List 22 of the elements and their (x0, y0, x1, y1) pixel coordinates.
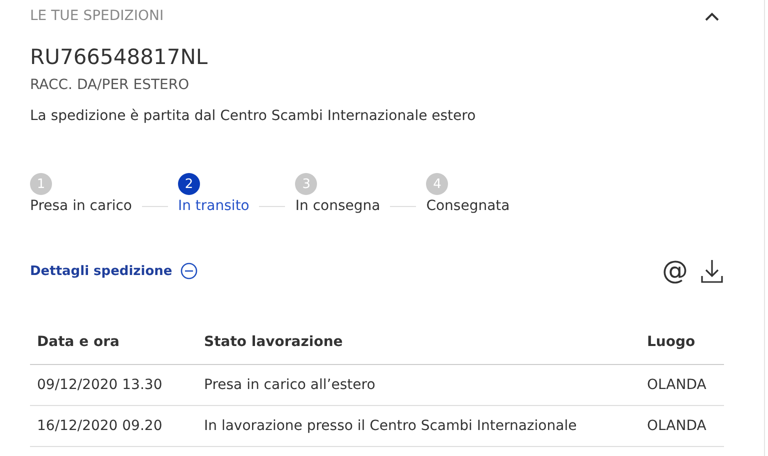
step-label: Consegnata (426, 198, 510, 214)
step-label: In consegna (295, 198, 380, 214)
email-button[interactable]: @ (662, 258, 688, 284)
step-label: Presa in carico (30, 198, 132, 214)
table-cell: In lavorazione presso il Centro Scambi Internazionale (197, 406, 640, 446)
table-cell: Presa in carico all’estero (197, 364, 640, 406)
step-number: 2 (178, 173, 200, 195)
table-cell: OLANDA (640, 406, 724, 446)
column-header: Luogo (640, 324, 724, 364)
column-header: Data e ora (30, 324, 197, 364)
table-cell: 09/12/2020 13.30 (30, 364, 197, 406)
table-cell: OLANDA (640, 364, 724, 406)
step-label: In transito (178, 198, 250, 214)
minus-circle-icon (180, 262, 198, 280)
details-toggle[interactable]: Dettagli spedizione (30, 262, 198, 280)
download-icon[interactable] (700, 258, 724, 284)
status-message: La spedizione è partita dal Centro Scambi Internazionale estero (30, 108, 477, 124)
tracking-number: RU766548817NL (30, 45, 209, 69)
column-header: Stato lavorazione (197, 324, 640, 364)
table-cell: 16/12/2020 09.20 (30, 406, 197, 446)
service-type: RACC. DA/PER ESTERO (30, 77, 190, 93)
section-title: LE TUE SPEDIZIONI (30, 8, 164, 24)
